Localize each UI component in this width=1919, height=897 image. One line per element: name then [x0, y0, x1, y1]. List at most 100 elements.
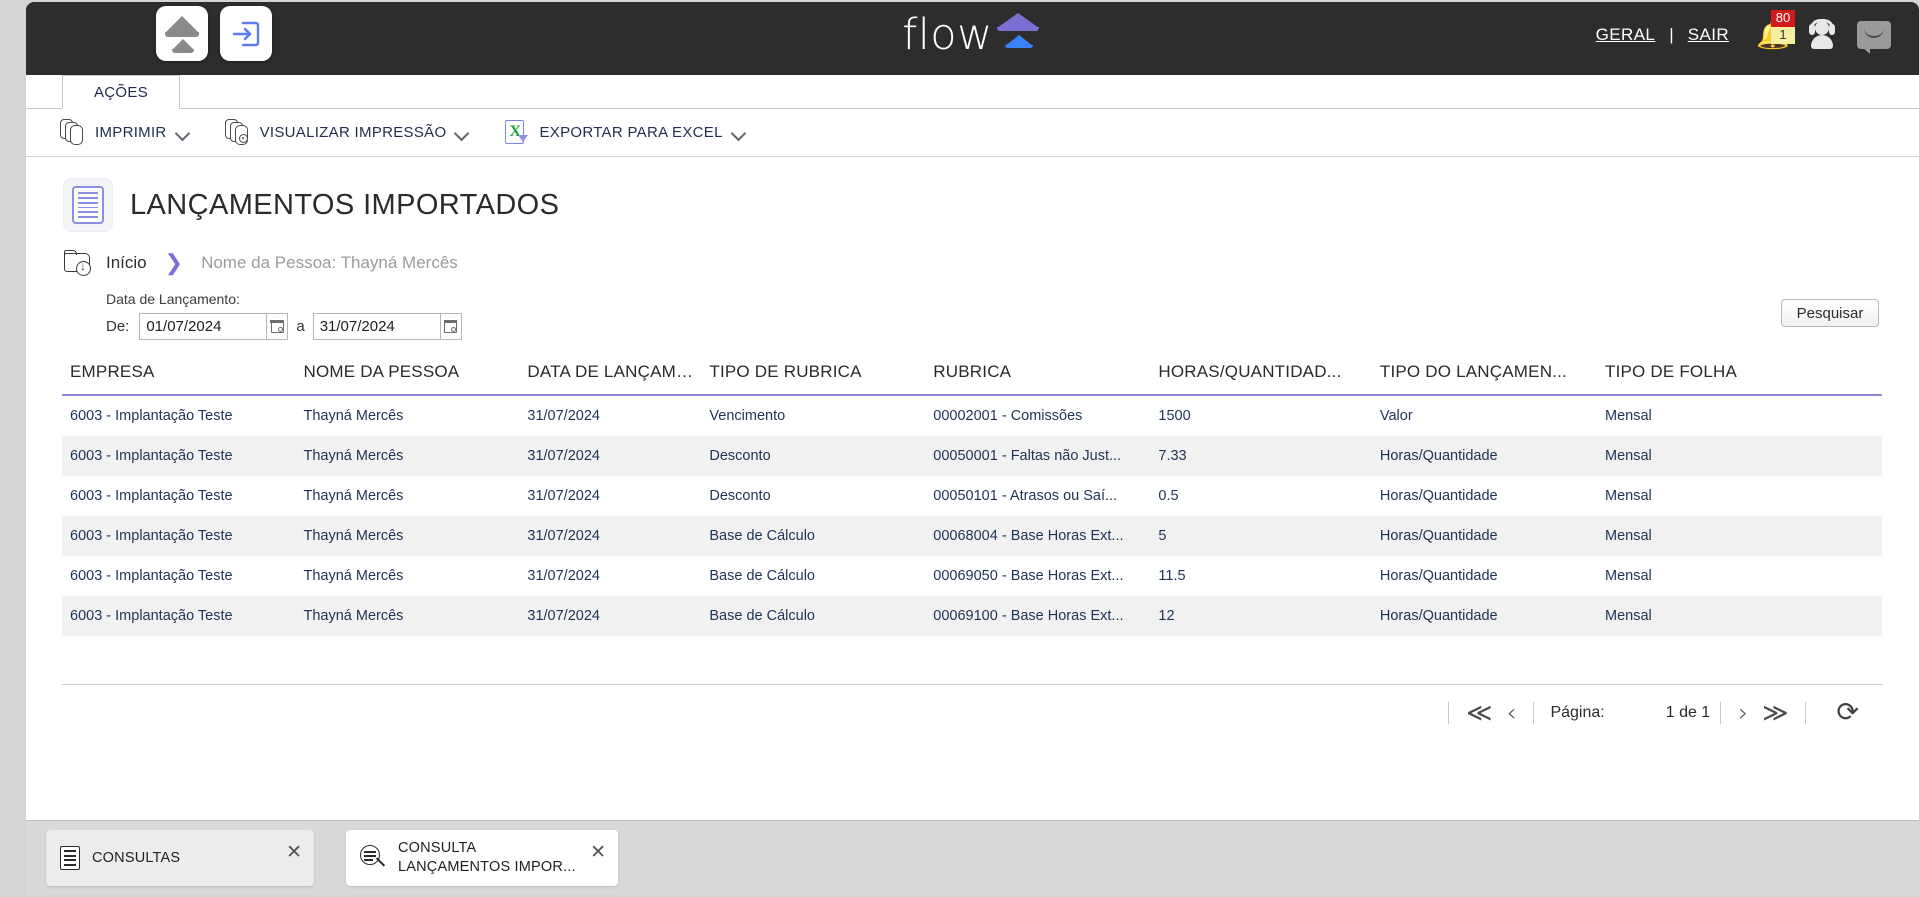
- to-label: a: [296, 318, 305, 335]
- column-header-tipo-de-folha[interactable]: TIPO DE FOLHA: [1596, 362, 1882, 396]
- taskbar-item-label: CONSULTA LANÇAMENTOS IMPOR...: [398, 839, 576, 877]
- chevron-down-icon[interactable]: [176, 126, 189, 139]
- taskbar-item-consultas[interactable]: CONSULTAS ✕: [46, 830, 314, 886]
- divider: [1805, 701, 1807, 724]
- cell-empresa: 6003 - Implantação Teste: [70, 608, 233, 624]
- divider: [1720, 701, 1722, 724]
- column-header-tipo-do-lancamento[interactable]: TIPO DO LANÇAMEN...: [1371, 362, 1597, 396]
- taskbar-item-label-line1: CONSULTA: [398, 840, 477, 856]
- general-link[interactable]: GERAL: [1596, 25, 1656, 45]
- cell-empresa: 6003 - Implantação Teste: [70, 408, 233, 424]
- date-from-input[interactable]: [139, 313, 267, 340]
- table-row[interactable]: 6003 - Implantação Teste Thayná Mercês 3…: [62, 596, 1882, 636]
- breadcrumb-home[interactable]: Início: [106, 253, 147, 273]
- breadcrumb-current: Nome da Pessoa: Thayná Mercês: [201, 253, 458, 272]
- tab-acoes[interactable]: AÇÕES: [62, 75, 180, 109]
- cell-nome-da-pessoa: Thayná Mercês: [303, 568, 404, 584]
- cell-tipo-de-rubrica: Desconto: [709, 448, 771, 464]
- cell-nome-da-pessoa: Thayná Mercês: [303, 608, 404, 624]
- cell-tipo-de-rubrica: Base de Cálculo: [709, 568, 815, 584]
- print-button[interactable]: IMPRIMIR: [60, 118, 189, 147]
- table-body: 6003 - Implantação Teste Thayná Mercês 3…: [62, 395, 1882, 636]
- cell-horas-quantidade: 7.33: [1158, 448, 1187, 464]
- column-header-horas-quantidade[interactable]: HORAS/QUANTIDAD...: [1150, 362, 1372, 396]
- breadcrumb-chevron-right-icon: ❯: [164, 250, 184, 275]
- column-header-nome-da-pessoa[interactable]: NOME DA PESSOA: [295, 362, 520, 396]
- export-excel-button[interactable]: X EXPORTAR PARA EXCEL: [504, 119, 744, 147]
- divider: [1533, 701, 1535, 724]
- print-preview-button[interactable]: VISUALIZAR IMPRESSÃO: [224, 118, 469, 147]
- search-button[interactable]: Pesquisar: [1781, 299, 1879, 327]
- cell-rubrica: 00050101 - Atrasos ou Saí...: [933, 488, 1118, 504]
- chevron-down-icon[interactable]: [732, 126, 745, 139]
- cell-horas-quantidade: 11.5: [1158, 568, 1186, 584]
- pagination-controls: ≪ ‹ Página: 1 de 1 › ≫ ⟳: [62, 685, 1883, 740]
- logout-link[interactable]: SAIR: [1688, 25, 1729, 45]
- previous-page-button[interactable]: ‹: [1499, 700, 1523, 725]
- table-row[interactable]: 6003 - Implantação Teste Thayná Mercês 3…: [62, 395, 1882, 436]
- notification-badge-yellow: 1: [1771, 27, 1795, 44]
- cell-tipo-do-lancamento: Horas/Quantidade: [1379, 448, 1498, 464]
- bottom-taskbar: CONSULTAS ✕ CONSULTA LANÇAMENTOS IMPOR..…: [26, 820, 1919, 895]
- notification-badge-red: 80: [1771, 10, 1795, 27]
- notifications-button[interactable]: 🔔 80 1: [1753, 10, 1795, 54]
- cell-horas-quantidade: 0.5: [1158, 488, 1179, 504]
- column-header-data-de-lancamento[interactable]: DATA DE LANÇAMEN...: [519, 362, 702, 396]
- column-header-empresa[interactable]: EMPRESA: [62, 362, 296, 396]
- filter-label: Data de Lançamento:: [106, 291, 240, 307]
- results-table: EMPRESA NOME DA PESSOA DATA DE LANÇAMEN.…: [62, 362, 1882, 636]
- date-from-calendar-button[interactable]: [266, 313, 289, 340]
- logo-text: flow: [902, 10, 993, 60]
- cell-tipo-de-folha: Mensal: [1604, 488, 1652, 504]
- cell-nome-da-pessoa: Thayná Mercês: [303, 488, 404, 504]
- preview-icon: [224, 118, 251, 147]
- cell-rubrica: 00068004 - Base Horas Ext...: [933, 528, 1124, 544]
- chevron-down-icon[interactable]: [455, 126, 468, 139]
- support-headset-icon[interactable]: [1807, 19, 1837, 51]
- date-to-input[interactable]: [312, 313, 440, 340]
- close-icon[interactable]: ✕: [286, 841, 302, 864]
- table-row[interactable]: 6003 - Implantação Teste Thayná Mercês 3…: [62, 436, 1882, 476]
- actions-toolbar: IMPRIMIR VISUALIZAR IMPRESSÃO X EXPORTAR…: [26, 109, 1919, 157]
- date-from-field: [139, 313, 289, 340]
- first-page-button[interactable]: ≪: [1459, 700, 1499, 725]
- cell-empresa: 6003 - Implantação Teste: [70, 528, 233, 544]
- print-label: IMPRIMIR: [95, 124, 167, 141]
- page-container: AÇÕES IMPRIMIR VISUALIZAR IMPRESSÃO X EX…: [26, 75, 1919, 820]
- cell-data-de-lancamento: 31/07/2024: [527, 408, 600, 424]
- cell-horas-quantidade: 12: [1158, 608, 1175, 624]
- refresh-icon[interactable]: ⟳: [1836, 699, 1859, 726]
- last-page-button[interactable]: ≫: [1755, 700, 1795, 725]
- column-header-rubrica[interactable]: RUBRICA: [925, 362, 1151, 396]
- breadcrumb: Início ❯ Nome da Pessoa: Thayná Mercês: [26, 231, 1919, 277]
- logo-triangles-icon: [996, 9, 1043, 55]
- calendar-icon: [270, 319, 284, 333]
- next-page-button[interactable]: ›: [1731, 700, 1755, 725]
- cell-tipo-do-lancamento: Horas/Quantidade: [1379, 568, 1498, 584]
- cell-empresa: 6003 - Implantação Teste: [70, 568, 233, 584]
- page-label: Página:: [1550, 703, 1605, 721]
- results-grid: EMPRESA NOME DA PESSOA DATA DE LANÇAMEN.…: [62, 362, 1883, 636]
- taskbar-item-label-line2: LANÇAMENTOS IMPOR...: [398, 859, 576, 875]
- close-icon[interactable]: ✕: [590, 841, 606, 864]
- print-preview-label: VISUALIZAR IMPRESSÃO: [259, 124, 447, 141]
- document-lines-icon: [64, 179, 112, 231]
- date-to-calendar-button[interactable]: [439, 313, 462, 340]
- column-header-tipo-de-rubrica[interactable]: TIPO DE RUBRICA: [701, 362, 926, 396]
- export-excel-label: EXPORTAR PARA EXCEL: [539, 124, 723, 141]
- page-header: LANÇAMENTOS IMPORTADOS: [26, 157, 1919, 231]
- taskbar-item-consulta-lancamentos[interactable]: CONSULTA LANÇAMENTOS IMPOR... ✕: [346, 830, 618, 886]
- cell-data-de-lancamento: 31/07/2024: [527, 488, 600, 504]
- list-icon: [60, 846, 80, 870]
- cell-empresa: 6003 - Implantação Teste: [70, 448, 233, 464]
- table-row[interactable]: 6003 - Implantação Teste Thayná Mercês 3…: [62, 516, 1882, 556]
- cell-data-de-lancamento: 31/07/2024: [527, 608, 600, 624]
- table-row[interactable]: 6003 - Implantação Teste Thayná Mercês 3…: [62, 476, 1882, 516]
- chat-bubble-icon[interactable]: [1857, 21, 1891, 54]
- page-title: LANÇAMENTOS IMPORTADOS: [130, 188, 560, 221]
- cell-horas-quantidade: 1500: [1158, 408, 1191, 424]
- table-row[interactable]: 6003 - Implantação Teste Thayná Mercês 3…: [62, 556, 1882, 596]
- excel-icon: X: [504, 119, 530, 147]
- folder-download-icon[interactable]: [64, 249, 96, 277]
- header-right-area: GERAL | SAIR 🔔 80 1: [1596, 10, 1891, 54]
